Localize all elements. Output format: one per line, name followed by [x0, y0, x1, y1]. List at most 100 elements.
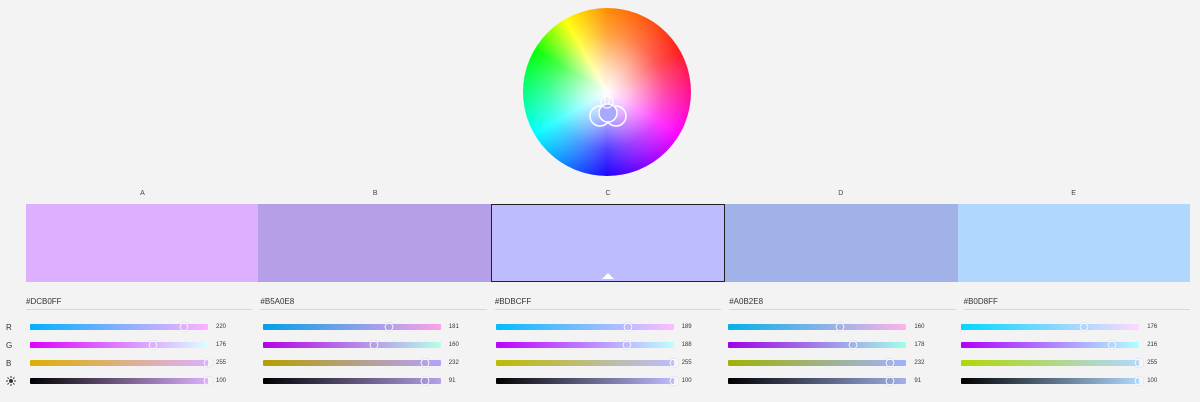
- color-wheel-handles-icon[interactable]: [523, 8, 691, 176]
- r-value: 160: [914, 324, 925, 330]
- b-slider-c[interactable]: [495, 358, 679, 368]
- r-value: 176: [1147, 324, 1158, 330]
- slider-thumb[interactable]: [148, 340, 158, 350]
- channel-row-labels: R G B: [6, 318, 20, 390]
- slider-thumb[interactable]: [179, 322, 189, 332]
- swatch-d[interactable]: [725, 204, 958, 282]
- hex-value-b[interactable]: #B5A0E8: [260, 297, 487, 310]
- g-value: 188: [681, 342, 692, 348]
- swatch-b[interactable]: [258, 204, 491, 282]
- slider-thumb[interactable]: [420, 358, 430, 368]
- r-slider-b[interactable]: [262, 322, 441, 332]
- hex-value-d[interactable]: #A0B2E8: [729, 297, 956, 310]
- slider-row-r: 189: [492, 318, 725, 336]
- slider-thumb[interactable]: [848, 340, 858, 350]
- hex-value-e[interactable]: #B0D8FF: [963, 297, 1191, 310]
- slider-thumb[interactable]: [1134, 358, 1144, 368]
- b-slider-e[interactable]: [961, 358, 1144, 368]
- b-value: 255: [216, 360, 227, 366]
- slider-row-b: 255: [26, 354, 259, 372]
- r-slider-a[interactable]: [30, 322, 208, 332]
- slider-row-g: 216: [957, 336, 1190, 354]
- selected-marker-icon: [602, 273, 615, 279]
- slider-row-g: 188: [492, 336, 725, 354]
- sun-icon: [6, 372, 20, 390]
- b-value: 232: [448, 360, 459, 366]
- slider-row-r: 220: [26, 318, 259, 336]
- brightness-value: 91: [914, 378, 922, 384]
- slider-thumb[interactable]: [623, 322, 633, 332]
- r-value: 189: [681, 324, 692, 330]
- b-slider-a[interactable]: [30, 358, 213, 368]
- slider-row-brightness: 100: [492, 372, 725, 390]
- slider-thumb[interactable]: [622, 340, 632, 350]
- slider-thumb[interactable]: [203, 376, 213, 386]
- swatch-label-a: A: [140, 190, 145, 197]
- slider-row-brightness: 100: [26, 372, 259, 390]
- swatch-label-d: D: [838, 190, 844, 197]
- b-value: 232: [914, 360, 925, 366]
- slider-thumb[interactable]: [384, 322, 394, 332]
- g-slider-e[interactable]: [961, 340, 1140, 350]
- swatch-labels: A B C D E: [26, 190, 1190, 202]
- slider-thumb[interactable]: [669, 376, 679, 386]
- slider-thumb[interactable]: [885, 358, 895, 368]
- slider-column-a: 220 176 255 100: [26, 318, 259, 390]
- g-slider-b[interactable]: [262, 340, 441, 350]
- swatch-c[interactable]: [490, 204, 726, 282]
- slider-column-e: 176 216 255 100: [957, 318, 1190, 390]
- swatch-a[interactable]: [26, 204, 259, 282]
- g-slider-a[interactable]: [30, 340, 208, 350]
- brightness-slider-a[interactable]: [30, 376, 213, 386]
- slider-row-r: 181: [259, 318, 492, 336]
- slider-thumb[interactable]: [203, 358, 213, 368]
- b-value: 255: [681, 360, 692, 366]
- brightness-slider-c[interactable]: [495, 376, 679, 386]
- g-value: 178: [914, 342, 925, 348]
- slider-thumb[interactable]: [669, 358, 679, 368]
- hex-value-a[interactable]: #DCB0FF: [26, 297, 253, 310]
- swatch-e[interactable]: [957, 204, 1191, 282]
- slider-row-b: 232: [259, 354, 492, 372]
- brightness-slider-b[interactable]: [262, 376, 441, 386]
- slider-column-c: 189 188 255 100: [492, 318, 725, 390]
- slider-thumb[interactable]: [1107, 340, 1117, 350]
- brightness-value: 100: [1147, 378, 1158, 384]
- slider-thumb[interactable]: [885, 376, 895, 386]
- slider-row-r: 160: [724, 318, 957, 336]
- slider-row-b: 255: [957, 354, 1190, 372]
- b-slider-b[interactable]: [262, 358, 441, 368]
- r-value: 181: [448, 324, 459, 330]
- r-slider-d[interactable]: [728, 322, 907, 332]
- hex-value-c[interactable]: #BDBCFF: [494, 297, 722, 310]
- brightness-value: 91: [448, 378, 456, 384]
- g-slider-c[interactable]: [495, 340, 674, 350]
- slider-thumb[interactable]: [369, 340, 379, 350]
- slider-thumb[interactable]: [420, 376, 430, 386]
- slider-row-brightness: 91: [724, 372, 957, 390]
- slider-thumb[interactable]: [1079, 322, 1089, 332]
- slider-row-brightness: 100: [957, 372, 1190, 390]
- swatch-label-b: B: [372, 190, 378, 197]
- g-value: 216: [1147, 342, 1158, 348]
- brightness-slider-e[interactable]: [961, 376, 1144, 386]
- slider-thumb[interactable]: [1134, 376, 1144, 386]
- r-value: 220: [216, 324, 227, 330]
- slider-row-r: 176: [957, 318, 1190, 336]
- color-wheel[interactable]: [523, 8, 691, 176]
- brightness-slider-d[interactable]: [728, 376, 907, 386]
- b-slider-d[interactable]: [728, 358, 907, 368]
- slider-row-g: 178: [724, 336, 957, 354]
- g-value: 176: [216, 342, 227, 348]
- brightness-value: 100: [681, 378, 692, 384]
- brightness-value: 100: [216, 378, 227, 384]
- channel-sliders: 220 176 255 100 181 160 232 91 189 188 255 100 160 17…: [26, 318, 1190, 390]
- r-slider-e[interactable]: [961, 322, 1140, 332]
- b-value: 255: [1147, 360, 1158, 366]
- slider-row-b: 232: [724, 354, 957, 372]
- r-slider-c[interactable]: [495, 322, 674, 332]
- row-label-b: B: [6, 358, 12, 368]
- swatch-label-c: C: [605, 190, 611, 197]
- g-slider-d[interactable]: [728, 340, 907, 350]
- slider-thumb[interactable]: [835, 322, 845, 332]
